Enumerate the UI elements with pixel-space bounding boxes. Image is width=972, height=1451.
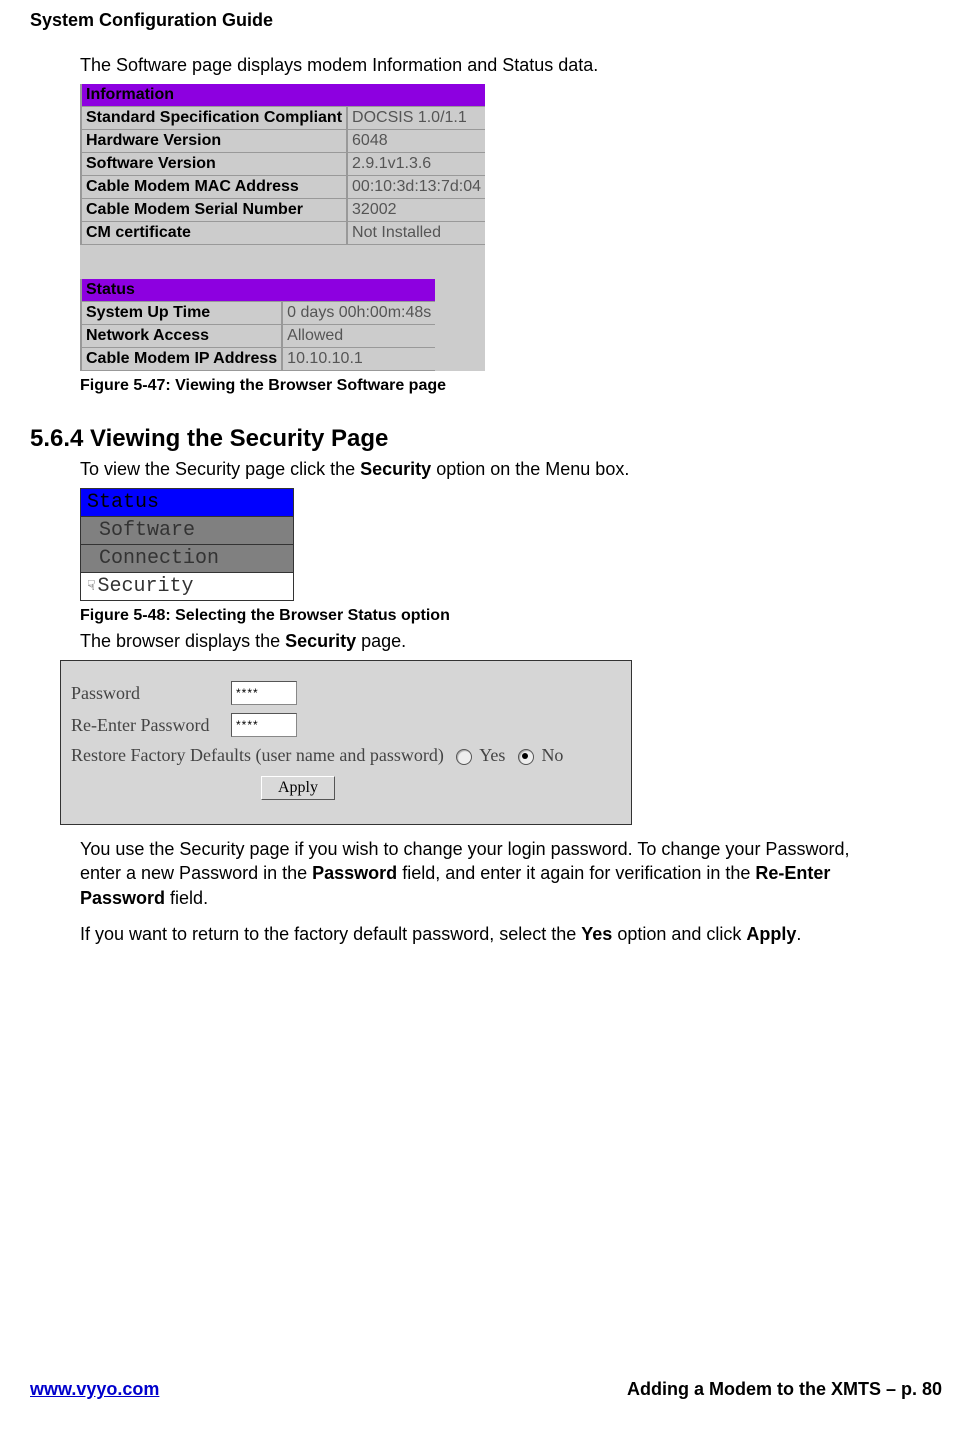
reenter-password-label: Re-Enter Password [71,715,231,736]
status-label: Network Access [81,325,282,348]
menu-box-figure: Status Software Connection ☟ Security [80,488,294,601]
menu-item-security[interactable]: ☟ Security [81,573,293,600]
info-label: Standard Specification Compliant [81,107,347,130]
status-value: 10.10.10.1 [282,348,435,371]
password-label: Password [71,683,231,704]
security-page-figure: Password Re-Enter Password Restore Facto… [60,660,632,825]
page-header: System Configuration Guide [30,10,942,31]
menu-item-label: Security [97,575,193,598]
section-heading: 5.6.4 Viewing the Security Page [30,425,942,453]
security-intro: To view the Security page click the Secu… [80,459,942,480]
menu-item-connection[interactable]: Connection [81,545,293,573]
info-label: Software Version [81,153,347,176]
footer-page-info: Adding a Modem to the XMTS – p. 80 [627,1379,942,1400]
info-value: 32002 [347,199,485,222]
info-label: Cable Modem MAC Address [81,176,347,199]
intro-text: The Software page displays modem Informa… [80,55,942,76]
table-row: Cable Modem Serial Number32002 [81,199,485,222]
footer-link[interactable]: www.vyyo.com [30,1379,159,1400]
info-label: Hardware Version [81,130,347,153]
status-value: Allowed [282,325,435,348]
body-paragraph-2: If you want to return to the factory def… [80,922,862,946]
status-label: Cable Modem IP Address [81,348,282,371]
table-row: Cable Modem IP Address10.10.10.1 [81,348,435,371]
info-section-header: Information [81,84,485,107]
reenter-password-input[interactable] [231,713,297,737]
info-label: Cable Modem Serial Number [81,199,347,222]
table-row: Network AccessAllowed [81,325,435,348]
info-value: DOCSIS 1.0/1.1 [347,107,485,130]
table-row: Cable Modem MAC Address00:10:3d:13:7d:04 [81,176,485,199]
figure-caption-47: Figure 5-47: Viewing the Browser Softwar… [80,377,942,395]
table-row: System Up Time0 days 00h:00m:48s [81,302,435,325]
restore-yes-radio[interactable] [456,749,472,765]
password-input[interactable] [231,681,297,705]
menu-item-software[interactable]: Software [81,517,293,545]
apply-button[interactable]: Apply [261,776,335,800]
restore-yes-label: Yes [479,745,505,765]
info-value: 2.9.1v1.3.6 [347,153,485,176]
table-row: CM certificateNot Installed [81,222,485,245]
table-row: Hardware Version6048 [81,130,485,153]
restore-no-radio[interactable] [518,749,534,765]
status-section-header: Status [81,279,435,302]
software-info-figure: Information Standard Specification Compl… [80,84,485,371]
status-label: System Up Time [81,302,282,325]
restore-defaults-label: Restore Factory Defaults (user name and … [71,745,444,765]
restore-no-label: No [541,745,563,765]
info-value: 00:10:3d:13:7d:04 [347,176,485,199]
status-value: 0 days 00h:00m:48s [282,302,435,325]
menu-item-status[interactable]: Status [81,489,293,517]
figure-caption-48: Figure 5-48: Selecting the Browser Statu… [80,607,942,625]
hand-cursor-icon: ☟ [87,578,95,595]
info-label: CM certificate [81,222,347,245]
body-paragraph-1: You use the Security page if you wish to… [80,837,862,910]
info-value: 6048 [347,130,485,153]
table-row: Standard Specification CompliantDOCSIS 1… [81,107,485,130]
table-row: Software Version2.9.1v1.3.6 [81,153,485,176]
browser-displays-text: The browser displays the Security page. [80,631,942,652]
info-value: Not Installed [347,222,485,245]
